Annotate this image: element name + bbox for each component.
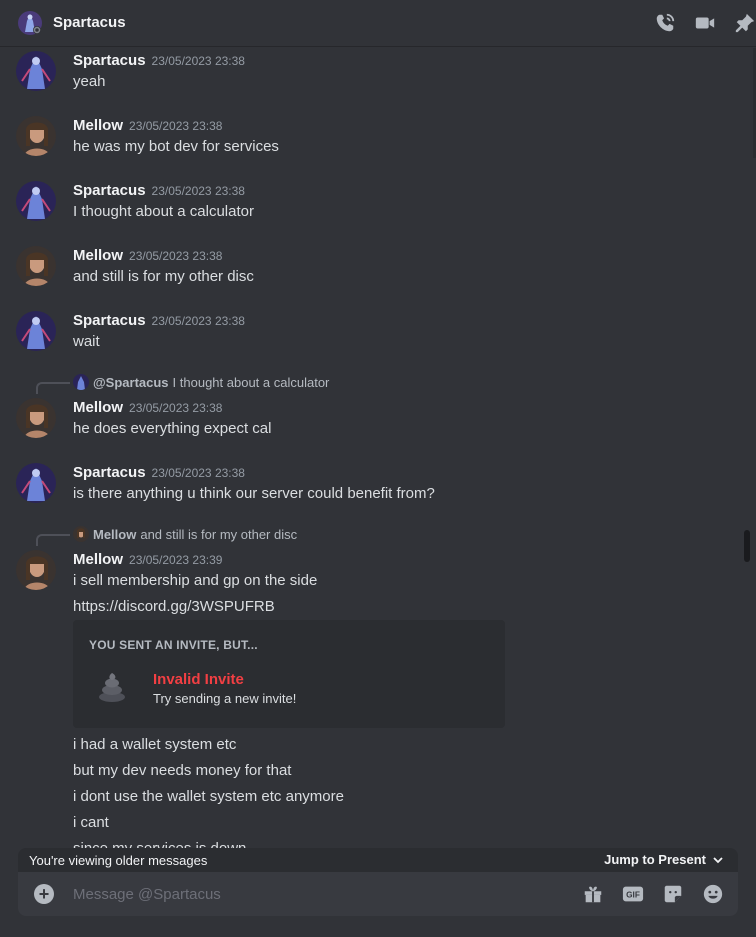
message-author[interactable]: Mellow [73, 399, 123, 416]
dm-user-avatar[interactable] [18, 11, 42, 35]
message-author[interactable]: Mellow [73, 551, 123, 568]
message-text: i cant [73, 814, 109, 831]
pin-icon[interactable] [734, 12, 756, 34]
message-text: and still is for my other disc [73, 268, 254, 285]
message-list: Spartacus 23/05/2023 23:38 yeah Mellow 23/… [0, 48, 742, 848]
spartacus-avatar[interactable] [16, 181, 56, 221]
older-messages-label: You're viewing older messages [29, 853, 208, 868]
message-text: since my services is down [73, 840, 246, 848]
chevron-down-icon [713, 856, 723, 863]
spartacus-avatar[interactable] [16, 51, 56, 91]
mellow-avatar[interactable] [16, 398, 56, 438]
jump-to-present-label: Jump to Present [604, 852, 706, 867]
message-text: I thought about a calculator [73, 203, 254, 220]
message-text: is there anything u think our server cou… [73, 485, 435, 502]
invite-title: Invalid Invite [153, 671, 244, 688]
reply-spine [36, 382, 70, 394]
message-text: yeah [73, 73, 106, 90]
message-author[interactable]: Spartacus [73, 312, 146, 329]
invite-link[interactable]: https://discord.gg/3WSPUFRB [73, 598, 275, 615]
add-attachment-icon[interactable]: + [34, 884, 54, 904]
message-input[interactable] [73, 882, 553, 906]
message-text: but my dev needs money for that [73, 762, 292, 779]
invalid-invite-icon [99, 673, 125, 702]
message-author[interactable]: Spartacus [73, 52, 146, 69]
sticker-icon[interactable] [662, 883, 684, 905]
spartacus-avatar[interactable] [16, 463, 56, 503]
invite-embed: YOU SENT AN INVITE, BUT... Invalid Invit… [73, 620, 505, 728]
gift-icon[interactable] [582, 883, 604, 905]
scrollbar-thumb[interactable] [744, 530, 750, 562]
message-timestamp: 23/05/2023 23:38 [129, 119, 223, 133]
reply-text: I thought about a calculator [172, 374, 330, 390]
message-author[interactable]: Mellow [73, 247, 123, 264]
message-text: i sell membership and gp on the side [73, 572, 318, 589]
invite-subtitle: Try sending a new invite! [153, 691, 297, 706]
reply-spine [36, 534, 70, 546]
message-text: he does everything expect cal [73, 420, 272, 437]
message-text: i dont use the wallet system etc anymore [73, 788, 344, 805]
mellow-avatar[interactable] [16, 246, 56, 286]
message-timestamp: 23/05/2023 23:38 [151, 466, 245, 480]
message-timestamp: 23/05/2023 23:38 [151, 54, 245, 68]
message-text: wait [73, 333, 100, 350]
mellow-avatar[interactable] [16, 116, 56, 156]
reply-author[interactable]: @Spartacus [93, 375, 169, 390]
message-composer: + GIF [18, 872, 738, 916]
reply-avatar [73, 526, 89, 542]
message-text: i had a wallet system etc [73, 736, 237, 753]
reply-reference[interactable]: @Spartacus I thought about a calculator [73, 374, 329, 390]
message-text: he was my bot dev for services [73, 138, 279, 155]
reply-author[interactable]: Mellow [93, 527, 136, 542]
message-timestamp: 23/05/2023 23:38 [129, 401, 223, 415]
older-messages-bar: You're viewing older messages Jump to Pr… [18, 848, 738, 872]
reply-text: and still is for my other disc [140, 526, 298, 542]
channel-title: Spartacus [53, 14, 126, 31]
mellow-avatar[interactable] [16, 550, 56, 590]
message-timestamp: 23/05/2023 23:38 [151, 184, 245, 198]
invite-header: YOU SENT AN INVITE, BUT... [89, 638, 258, 652]
message-timestamp: 23/05/2023 23:39 [129, 553, 223, 567]
video-call-icon[interactable] [694, 12, 716, 34]
voice-call-icon[interactable] [654, 12, 676, 34]
gif-icon[interactable]: GIF [622, 883, 644, 905]
message-timestamp: 23/05/2023 23:38 [151, 314, 245, 328]
spartacus-avatar[interactable] [16, 311, 56, 351]
message-author[interactable]: Spartacus [73, 464, 146, 481]
message-timestamp: 23/05/2023 23:38 [129, 249, 223, 263]
svg-text:GIF: GIF [626, 891, 640, 900]
reply-avatar [73, 374, 89, 390]
message-author[interactable]: Mellow [73, 117, 123, 134]
channel-header: Spartacus [0, 0, 756, 47]
emoji-icon[interactable] [702, 883, 724, 905]
reply-reference[interactable]: Mellow and still is for my other disc [73, 526, 297, 542]
message-author[interactable]: Spartacus [73, 182, 146, 199]
jump-to-present-button[interactable]: Jump to Present [604, 852, 724, 867]
